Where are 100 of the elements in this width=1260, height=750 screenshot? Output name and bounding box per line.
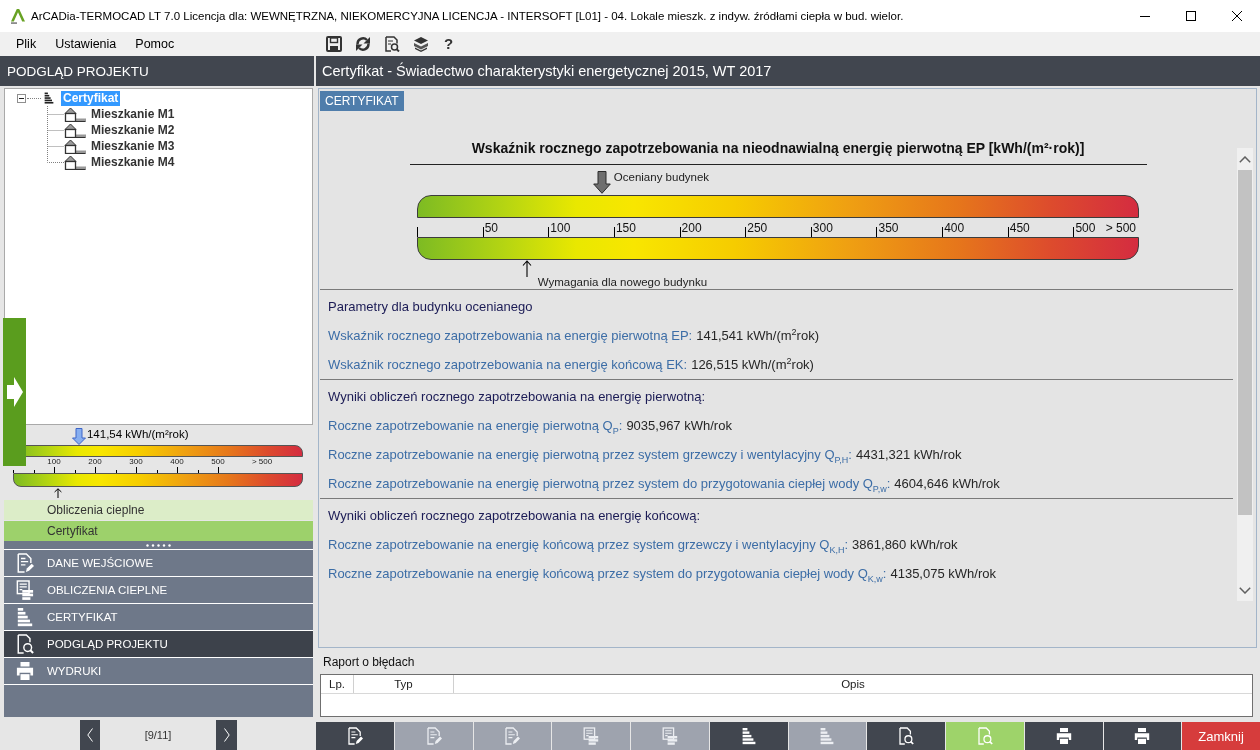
parameter-value: 141,541 kWh/(m$^{2}$rok) xyxy=(696,327,819,345)
stacked-bars-icon xyxy=(16,607,34,627)
tick-label: 100 xyxy=(46,457,62,467)
toolbar-button[interactable] xyxy=(1103,722,1182,750)
document-edit-icon xyxy=(504,727,521,745)
tree-item[interactable]: Mieszkanie M1 xyxy=(89,106,177,122)
printer-icon xyxy=(1055,727,1072,745)
document-search-icon[interactable] xyxy=(384,36,400,52)
scrollbar[interactable] xyxy=(1237,148,1253,601)
toolbar-button[interactable] xyxy=(709,722,788,750)
stack-icon[interactable] xyxy=(413,36,429,52)
panel-toggle-button[interactable] xyxy=(3,318,26,466)
tick-label: 300 xyxy=(128,457,144,467)
tick-label: 400 xyxy=(944,221,965,237)
tick-label: 250 xyxy=(747,221,768,237)
tree-connector xyxy=(47,122,64,138)
document-edit-icon xyxy=(425,727,442,745)
form-icon xyxy=(583,727,600,745)
nav-item[interactable]: WYDRUKI xyxy=(4,657,313,685)
scale-title: Wskaźnik rocznego zapotrzebowania na nieodnawialną energię pierwotną EP [kWh/(m²·rok)] xyxy=(471,140,1085,156)
menu-item[interactable]: Plik xyxy=(10,35,43,53)
chevron-left-icon xyxy=(87,728,93,742)
parameter-value: 3861,860 kWh/rok xyxy=(852,536,958,554)
tree-connector xyxy=(47,106,64,122)
parameter-value: 9035,967 kWh/rok xyxy=(626,417,732,435)
nav-item[interactable]: CERTYFIKAT xyxy=(4,603,313,630)
parameter-label: Roczne zapotrzebowanie na energię końcową przez system grzewczy i wentylacyjny Q$_{K,H}$: xyxy=(328,536,849,554)
parameter-label: Wskaźnik rocznego zapotrzebowania na energię pierwotną EP: xyxy=(328,327,693,345)
panel-title: Certyfikat - Świadectwo charakterystyki energetycznej 2015, WT 2017 xyxy=(322,63,772,79)
section-heading: Wyniki obliczeń rocznego zapotrzebowania na energię końcową: xyxy=(328,507,702,525)
tree-item[interactable]: Mieszkanie M2 xyxy=(89,122,177,138)
scroll-up-icon[interactable] xyxy=(1239,155,1251,163)
window-title: ArCADia-TERMOCAD LT 7.0 Licencja dla: WEWNĘTRZNA, NIEKOMERCYJNA LICENCJA - INTERSOFT [L01] - 04. Lokale mieszk. z indyw. źródłami ciepła w bud. wielor. xyxy=(31,10,905,22)
tick-label: 200 xyxy=(87,457,103,467)
tick-label: > 500 xyxy=(1105,221,1137,237)
tick-label: 400 xyxy=(169,457,185,467)
minimize-icon[interactable] xyxy=(1140,15,1150,17)
panel-title: PODGLĄD PROJEKTU xyxy=(7,63,149,79)
section-heading: Parametry dla budynku ocenianego xyxy=(328,298,534,316)
marker-label: Oceniany budynek xyxy=(613,170,710,184)
step-item[interactable]: Certyfikat xyxy=(4,521,313,541)
nav-item[interactable]: DANE WEJŚCIOWE xyxy=(4,549,313,576)
tab[interactable]: CERTYFIKAT xyxy=(320,91,404,111)
tick-label: 150 xyxy=(615,221,636,237)
close-button[interactable]: Zamknij xyxy=(1182,722,1260,750)
tick-label: 350 xyxy=(878,221,899,237)
app-logo-icon xyxy=(10,8,26,24)
grip-icon[interactable] xyxy=(146,543,171,547)
scroll-down-icon[interactable] xyxy=(1239,586,1251,594)
printer-icon xyxy=(16,661,34,681)
toolbar-button[interactable] xyxy=(867,722,945,750)
parameter-value: 4431,321 kWh/rok xyxy=(856,446,962,464)
stacked-bars-icon xyxy=(740,727,757,745)
nav-item[interactable]: PODGLĄD PROJEKTU xyxy=(4,630,313,657)
document-search-icon xyxy=(16,634,34,654)
maximize-icon[interactable] xyxy=(1186,11,1196,21)
document-edit-icon xyxy=(16,553,34,573)
tick-label: > 500 xyxy=(250,457,274,467)
tree-connector xyxy=(27,97,41,99)
tick-label: 500 xyxy=(1075,221,1096,237)
tree-item[interactable]: Mieszkanie M4 xyxy=(89,154,177,170)
help-button[interactable]: ? xyxy=(442,36,456,52)
document-search-icon xyxy=(976,727,993,745)
parameter-value: 4604,646 kWh/rok xyxy=(894,475,1000,493)
parameter-value: 4135,075 kWh/rok xyxy=(890,565,996,583)
document-edit-icon xyxy=(346,727,363,745)
chevron-right-icon xyxy=(223,728,230,742)
form-icon xyxy=(16,580,34,600)
parameter-label: Roczne zapotrzebowanie na energię pierwotną przez system grzewczy i wentylacyjny Q$_{P,H}$: xyxy=(328,446,852,464)
parameter-value: 126,515 kWh/(m$^{2}$rok) xyxy=(691,356,814,374)
arrow-right-icon xyxy=(6,377,23,407)
next-page-button[interactable] xyxy=(216,720,237,750)
house-icon xyxy=(64,138,86,154)
parameter-label: Roczne zapotrzebowanie na energię pierwotną przez system do przygotowania ciepłej wody Q$_{P,w}$: xyxy=(328,475,891,493)
step-item[interactable]: Obliczenia cieplne xyxy=(4,500,313,520)
menu-item[interactable]: Pomoc xyxy=(129,35,181,53)
document-search-icon xyxy=(898,727,915,745)
close-icon[interactable] xyxy=(1232,11,1242,21)
stacked-bars-icon xyxy=(43,92,55,104)
parameter-label: Roczne zapotrzebowanie na energię końcową przez system do przygotowania ciepłej wody Q$_{K,w}$: xyxy=(328,565,887,583)
tree-item[interactable]: Mieszkanie M3 xyxy=(89,138,177,154)
tick-label: 450 xyxy=(1009,221,1030,237)
previous-page-button[interactable] xyxy=(80,720,100,750)
toolbar-button[interactable] xyxy=(1024,722,1103,750)
toolbar-button[interactable] xyxy=(316,722,394,750)
menu-item[interactable]: Ustawienia xyxy=(49,35,123,53)
section-title: Raport o błędach xyxy=(323,655,415,669)
save-icon[interactable] xyxy=(326,36,342,52)
column-header: Typ xyxy=(353,675,453,693)
form-icon xyxy=(661,727,678,745)
column-header: Lp. xyxy=(328,677,346,692)
scrollbar-thumb[interactable] xyxy=(1238,170,1252,515)
collapse-icon[interactable] xyxy=(17,93,26,103)
marker-label: Wymagania dla nowego budynku xyxy=(537,275,708,289)
tick-label: 500 xyxy=(210,457,226,467)
house-icon xyxy=(64,122,86,138)
refresh-icon[interactable] xyxy=(355,36,371,52)
tick-label: 200 xyxy=(681,221,702,237)
printer-icon xyxy=(1134,727,1151,745)
nav-item[interactable]: OBLICZENIA CIEPLNE xyxy=(4,576,313,603)
